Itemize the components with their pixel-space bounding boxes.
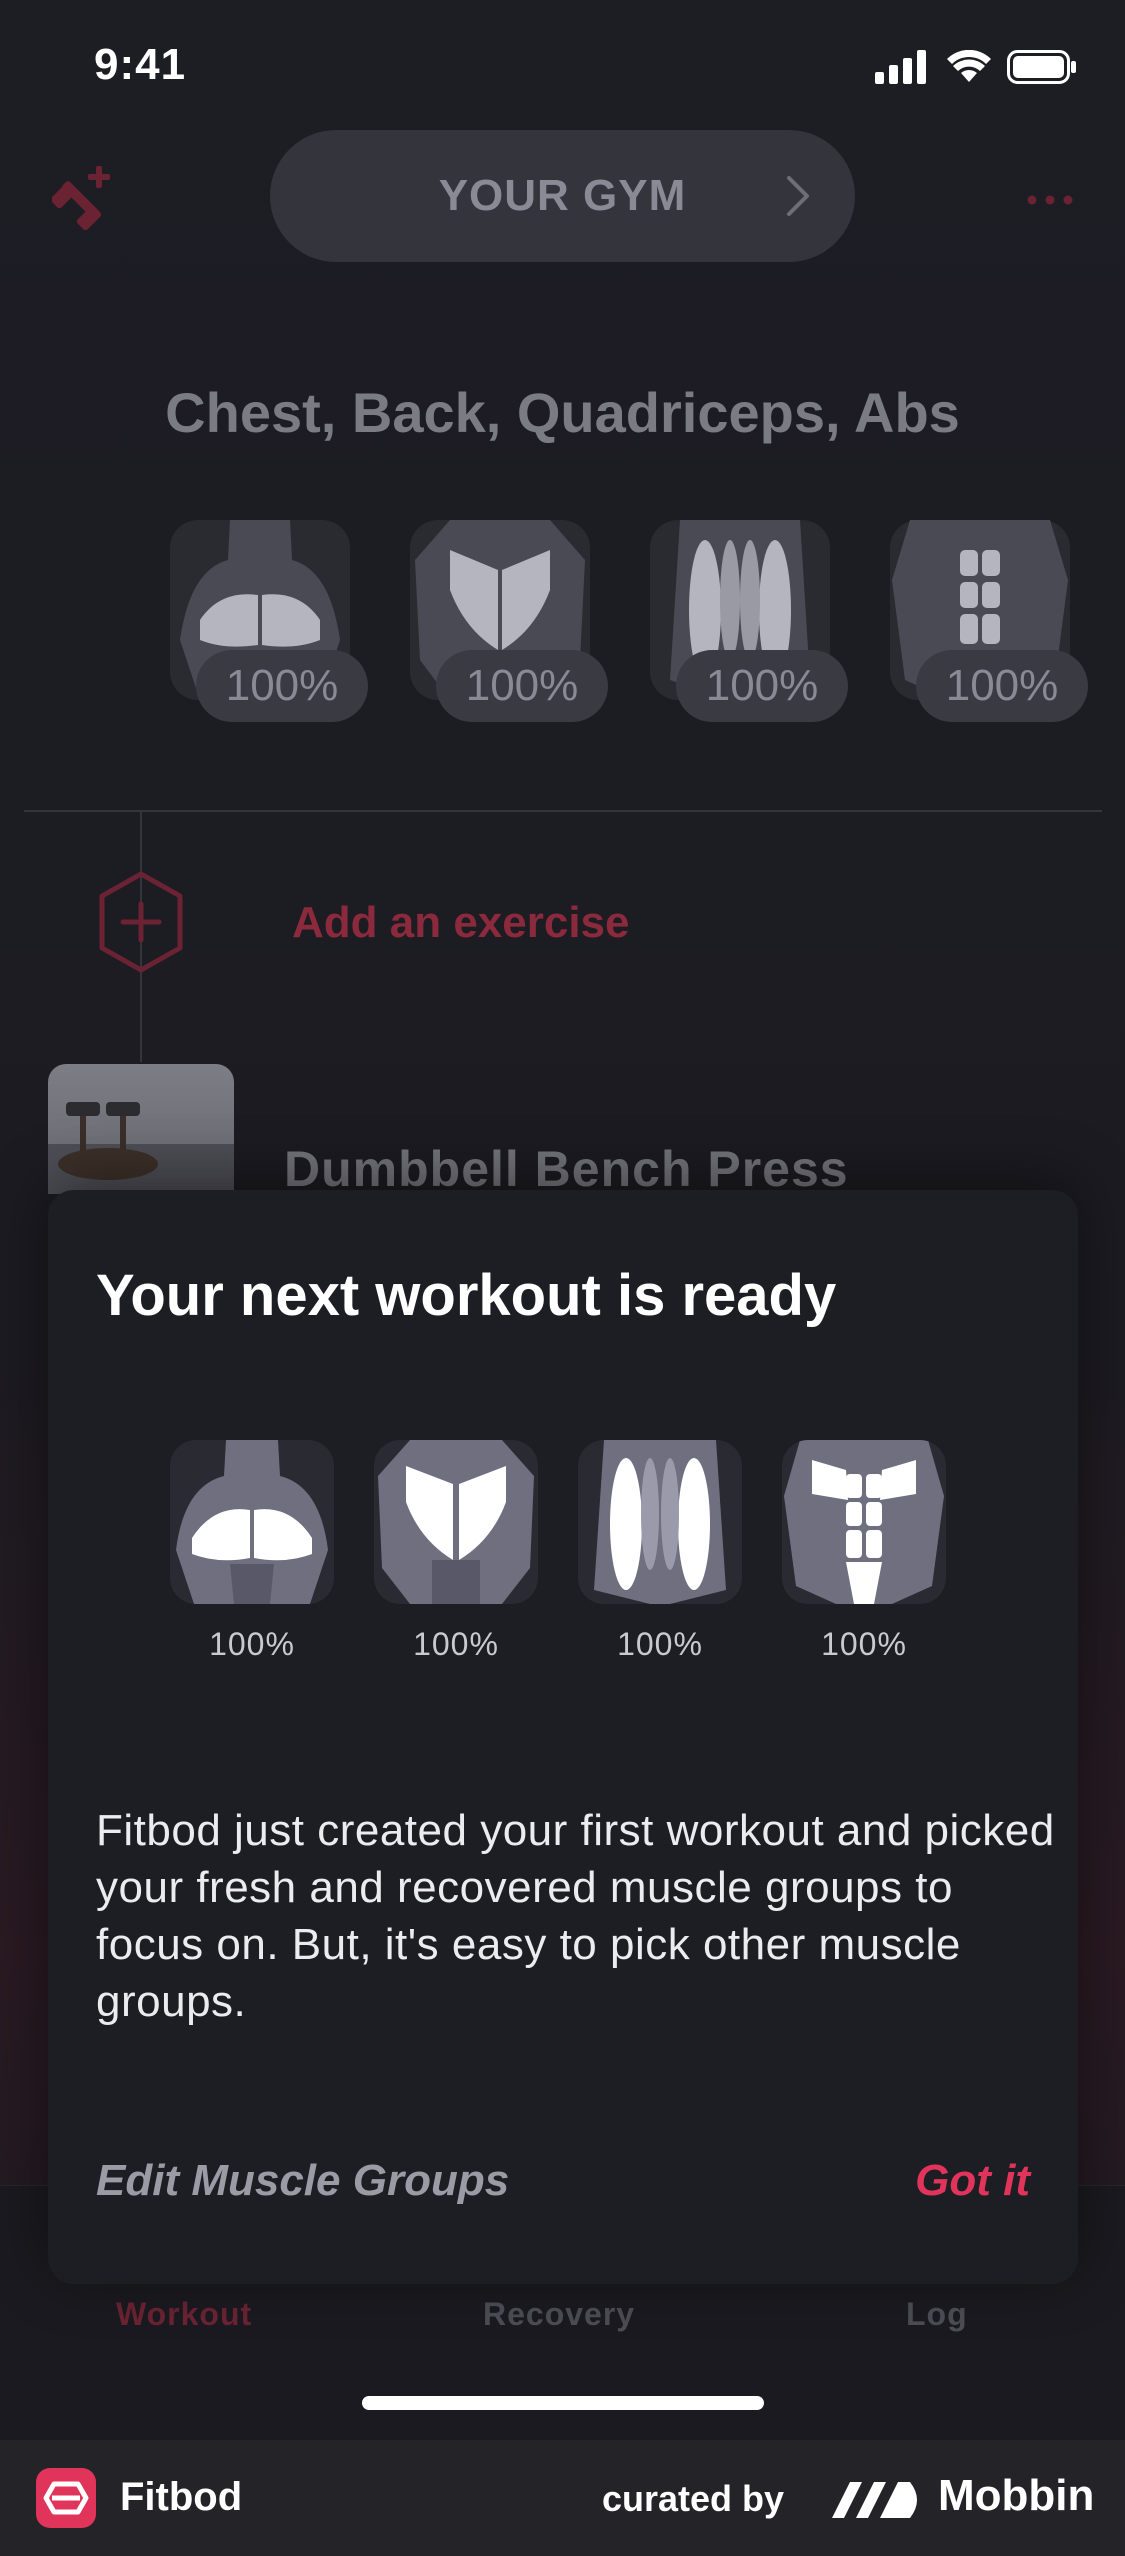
back-muscle-tile — [374, 1440, 538, 1604]
muscle-percent: 100% — [436, 650, 608, 722]
modal-muscle-abs: 100% — [782, 1440, 946, 1663]
gym-selector[interactable]: YOUR GYM — [270, 130, 855, 262]
muscle-percent: 100% — [821, 1626, 907, 1662]
abs-muscle-icon — [784, 1440, 944, 1604]
muscle-percent: 100% — [413, 1626, 499, 1662]
status-time: 9:41 — [94, 40, 187, 89]
exercise-row[interactable]: Dumbbell Bench Press — [48, 1064, 1078, 1204]
muscle-percent: 100% — [916, 650, 1088, 722]
abs-muscle-tile — [782, 1440, 946, 1604]
gym-label: YOUR GYM — [438, 171, 687, 220]
muscle-percent: 100% — [196, 650, 368, 722]
exercise-thumbnail — [48, 1064, 234, 1194]
edit-muscle-groups-button[interactable]: Edit Muscle Groups — [96, 2156, 509, 2206]
muscle-percent: 100% — [676, 650, 848, 722]
chest-muscle-icon — [176, 1440, 328, 1604]
modal-muscle-list: 100% 100% 100% 100% — [170, 1440, 946, 1663]
tab-recovery[interactable]: Recovery — [483, 2296, 635, 2333]
modal-muscle-back: 100% — [374, 1440, 538, 1663]
muscle-percent: 100% — [209, 1626, 295, 1662]
footer-brand: Mobbin — [938, 2471, 1095, 2520]
footer-app-name: Fitbod — [120, 2475, 243, 2519]
wifi-icon — [947, 50, 991, 82]
home-indicator — [362, 2396, 764, 2410]
modal-description: Fitbod just created your first workout a… — [96, 1806, 1055, 2026]
top-bar: YOUR GYM — [0, 130, 1125, 265]
add-hexagon-icon — [99, 871, 183, 973]
add-exercise-button[interactable]: Add an exercise — [96, 870, 796, 980]
muscle-groups-title[interactable]: Chest, Back, Quadriceps, Abs — [0, 380, 1125, 445]
back-muscle-icon — [378, 1440, 534, 1604]
modal-title: Your next workout is ready — [96, 1263, 837, 1328]
modal-muscle-quadriceps: 100% — [578, 1440, 742, 1663]
attribution-footer: Fitbod curated by Mobbin — [0, 2440, 1125, 2556]
more-icon[interactable] — [1027, 192, 1073, 210]
chest-muscle-tile — [170, 1440, 334, 1604]
quadriceps-muscle-tile — [578, 1440, 742, 1604]
add-exercise-label: Add an exercise — [292, 898, 630, 947]
got-it-button[interactable]: Got it — [915, 2156, 1030, 2206]
modal-muscle-chest: 100% — [170, 1440, 334, 1663]
tab-workout[interactable]: Workout — [116, 2296, 252, 2333]
dumbbell-plus-icon[interactable] — [50, 164, 118, 235]
quadriceps-muscle-icon — [594, 1440, 726, 1604]
divider — [24, 810, 1102, 812]
status-icons — [875, 50, 1077, 84]
muscle-tile-abs[interactable]: 100% — [890, 520, 1088, 722]
muscle-tile-chest[interactable]: 100% — [170, 520, 368, 722]
battery-icon — [1007, 50, 1076, 84]
muscle-tile-back[interactable]: 100% — [410, 520, 608, 722]
muscle-percent: 100% — [617, 1626, 703, 1662]
muscle-tile-quadriceps[interactable]: 100% — [650, 520, 848, 722]
workout-ready-modal: Your next workout is ready 100% 100% 100… — [48, 1190, 1078, 2284]
mobbin-logo-icon — [832, 2482, 917, 2518]
muscle-group-list: 100% 100% 100% 100% — [170, 520, 1088, 730]
signal-icon — [875, 50, 926, 84]
fitbod-logo-icon — [36, 2468, 96, 2528]
status-bar: 9:41 — [0, 0, 1125, 140]
tab-log[interactable]: Log — [906, 2296, 968, 2333]
chevron-right-icon — [787, 176, 809, 216]
footer-curated-by: curated by — [602, 2478, 785, 2519]
